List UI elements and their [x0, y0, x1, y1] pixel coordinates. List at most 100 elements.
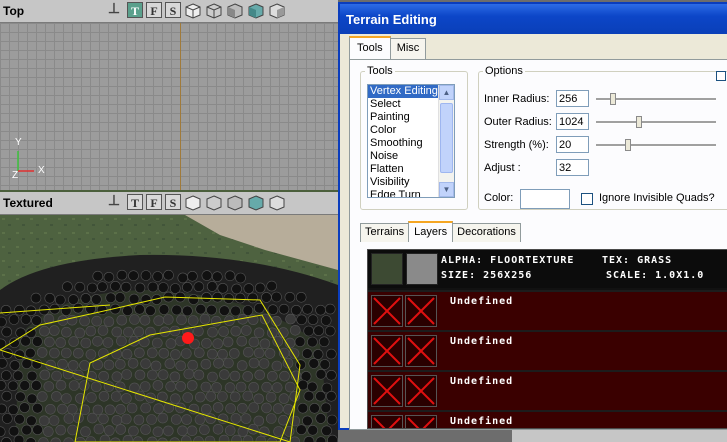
empty-texture-x-icon[interactable]	[371, 415, 403, 428]
wireframe-cube-icon[interactable]	[184, 2, 202, 20]
tree-instance	[19, 380, 31, 391]
layer-row-undefined[interactable]: Undefined	[368, 290, 727, 330]
options-corner-checkbox[interactable]	[716, 71, 726, 81]
tree-instance	[195, 303, 206, 315]
flat-cube-icon[interactable]	[205, 2, 223, 20]
top-viewport[interactable]: Top ⊥ T F S Y X Z	[0, 0, 338, 190]
tree-instance	[134, 369, 146, 381]
tree-instance	[127, 358, 139, 369]
lit-cube-icon[interactable]	[268, 194, 286, 212]
lit-cube-icon[interactable]	[268, 2, 286, 20]
smooth-mode-button[interactable]: S	[165, 194, 181, 210]
tools-listbox[interactable]: Vertex Editing Select Painting Color Smo…	[367, 84, 455, 198]
tree-instance	[91, 294, 102, 305]
textured-viewport[interactable]: Textured ⊥ T F S	[0, 190, 338, 442]
flat-mode-button[interactable]: F	[146, 194, 162, 210]
tools-list-scrollbar[interactable]: ▲ ▼	[438, 85, 454, 197]
layer-size-text: SIZE: 256X256	[441, 270, 533, 281]
tree-instance	[61, 326, 72, 338]
inner-radius-input[interactable]	[556, 90, 589, 107]
layer-row-undefined[interactable]: Undefined	[368, 410, 727, 428]
flat-cube-icon[interactable]	[205, 194, 223, 212]
layer-row-floortexture[interactable]: ALPHA: FLOORTEXTURE TEX: GRASS SIZE: 256…	[368, 250, 727, 288]
wireframe-cube-icon[interactable]	[184, 194, 202, 212]
smooth-mode-button[interactable]: S	[165, 2, 181, 18]
joystick-icon[interactable]: ⊥	[104, 194, 124, 210]
window-titlebar[interactable]: Terrain Editing	[340, 4, 727, 34]
inner-radius-label: Inner Radius:	[484, 92, 550, 105]
outer-radius-input[interactable]	[556, 113, 589, 130]
tree-instance	[248, 357, 260, 369]
tree-instance	[128, 425, 139, 437]
tree-instance	[54, 294, 66, 306]
empty-alpha-x-icon[interactable]	[405, 335, 437, 367]
tree-instance	[32, 402, 43, 414]
tree-instance	[163, 314, 174, 325]
textured-cube-icon[interactable]	[247, 194, 265, 212]
tab-tools[interactable]: Tools	[349, 36, 391, 59]
color-swatch[interactable]	[520, 189, 570, 209]
scroll-thumb[interactable]	[440, 103, 453, 173]
textured-cube-icon[interactable]	[247, 2, 265, 20]
tree-instance	[134, 304, 145, 315]
flat-mode-button[interactable]: F	[146, 2, 162, 18]
tree-instance	[66, 314, 78, 326]
outer-radius-slider[interactable]	[596, 116, 716, 128]
empty-texture-x-icon[interactable]	[371, 335, 403, 367]
top-grid[interactable]	[0, 23, 338, 190]
tree-instance	[224, 270, 236, 282]
tree-instance	[182, 305, 193, 317]
empty-texture-x-icon[interactable]	[371, 295, 403, 327]
empty-texture-x-icon[interactable]	[371, 375, 403, 407]
terrain-scene[interactable]	[0, 215, 338, 442]
tree-instance	[170, 349, 181, 360]
scroll-down-icon[interactable]: ▼	[439, 182, 454, 197]
empty-alpha-x-icon[interactable]	[405, 295, 437, 327]
empty-alpha-x-icon[interactable]	[405, 375, 437, 407]
tree-instance	[121, 413, 132, 425]
strength-slider[interactable]	[596, 139, 716, 151]
inner-radius-slider-thumb[interactable]	[610, 93, 616, 105]
tree-instance	[218, 326, 229, 337]
tree-instance	[7, 380, 19, 392]
joystick-icon[interactable]: ⊥	[104, 2, 124, 18]
layer-row-undefined[interactable]: Undefined	[368, 370, 727, 410]
strength-slider-thumb[interactable]	[625, 139, 631, 151]
inner-radius-slider[interactable]	[596, 93, 716, 105]
tree-instance	[111, 415, 123, 426]
layers-list[interactable]: ALPHA: FLOORTEXTURE TEX: GRASS SIZE: 256…	[367, 249, 727, 429]
tree-instance	[140, 424, 151, 435]
textured-viewport-header: Textured ⊥ T F S	[0, 192, 338, 215]
outer-radius-slider-thumb[interactable]	[636, 116, 642, 128]
empty-alpha-x-icon[interactable]	[405, 415, 437, 428]
alpha-texture-thumbnail[interactable]	[406, 253, 438, 285]
tab-layers[interactable]: Layers	[408, 221, 454, 242]
tab-decorations[interactable]: Decorations	[452, 223, 521, 242]
solid-cube-icon[interactable]	[226, 194, 244, 212]
tree-instance	[212, 271, 223, 283]
tree-instance	[97, 281, 108, 292]
tree-instance	[169, 371, 181, 383]
tree-instance	[177, 272, 189, 284]
brush-center-marker[interactable]	[182, 332, 194, 344]
grass-texture-thumbnail[interactable]	[371, 253, 403, 285]
strength-input[interactable]	[556, 136, 589, 153]
tree-instance	[98, 371, 109, 382]
textured-viewport-title: Textured	[3, 196, 53, 210]
tab-misc[interactable]: Misc	[389, 38, 427, 59]
textured-mode-button[interactable]: T	[127, 2, 143, 18]
tree-instance	[222, 336, 234, 348]
tab-terrains[interactable]: Terrains	[360, 223, 410, 242]
textured-mode-button[interactable]: T	[127, 194, 143, 210]
terrain-editing-window[interactable]: Terrain Editing Tools Misc Tools Vertex …	[338, 2, 727, 430]
tree-instance	[51, 391, 62, 402]
tree-instance	[247, 292, 258, 304]
tree-instance	[87, 412, 98, 424]
scroll-up-icon[interactable]: ▲	[439, 85, 454, 100]
ignore-invisible-checkbox[interactable]	[581, 193, 593, 205]
layer-row-undefined[interactable]: Undefined	[368, 330, 727, 370]
tree-instance	[80, 293, 92, 304]
tree-instance	[158, 282, 169, 293]
solid-cube-icon[interactable]	[226, 2, 244, 20]
adjust-input[interactable]	[556, 159, 589, 176]
